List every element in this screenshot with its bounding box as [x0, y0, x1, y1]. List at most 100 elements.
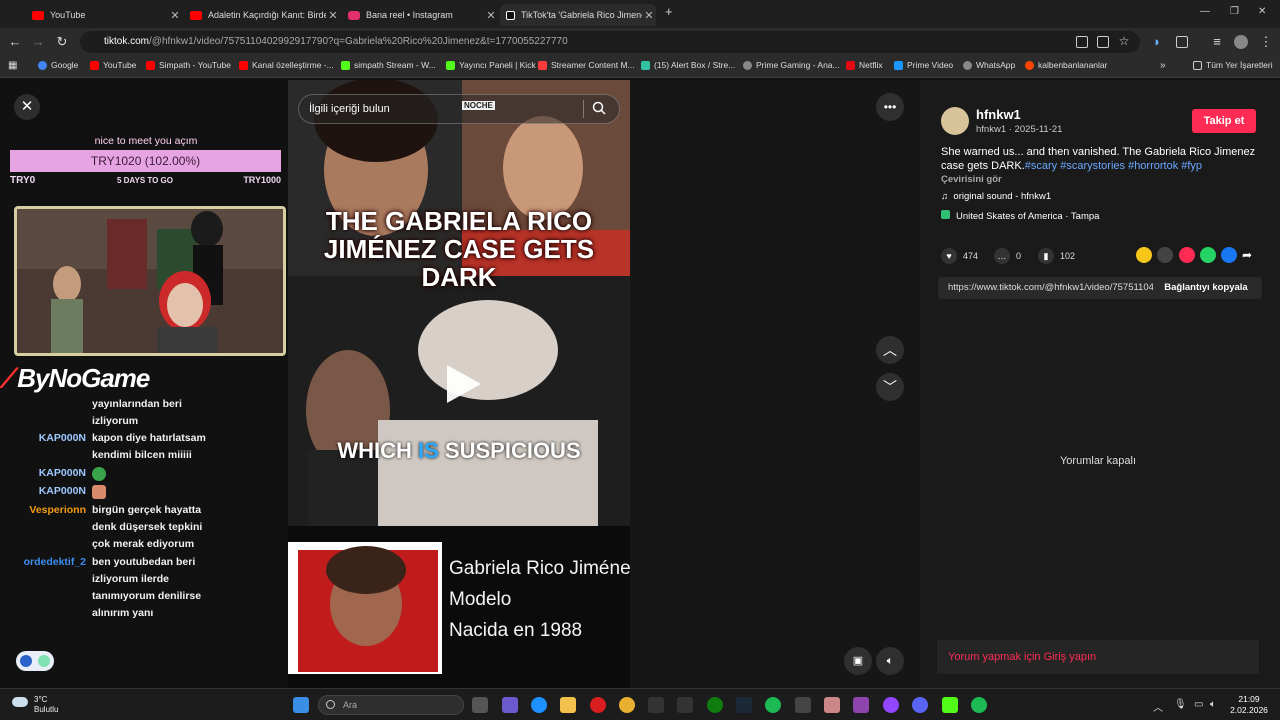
bookmark-prime-gaming[interactable]: Prime Gaming - Ana... [743, 60, 840, 70]
chat-username[interactable]: ordedektif_2 [6, 554, 86, 571]
address-bar[interactable]: tiktok.com/@hfnkw1/video/757511040299291… [80, 31, 1140, 53]
more-options-icon[interactable]: ••• [876, 93, 904, 121]
amazon-icon[interactable] [677, 697, 693, 713]
microphone-icon[interactable]: 🎙︎ [1174, 699, 1187, 710]
like-button[interactable]: ♥ 474 [941, 248, 978, 264]
chevron-up-icon[interactable]: ︿ [1153, 699, 1163, 714]
reload-icon[interactable]: ↻ [54, 34, 70, 50]
embed-icon[interactable] [1157, 247, 1173, 263]
copilot-icon[interactable] [502, 697, 518, 713]
chat-username[interactable]: KAP000N [6, 483, 86, 500]
bookmark-reddit[interactable]: kalbenbanlananlar [1025, 60, 1107, 70]
bookmark-alert-box[interactable]: (15) Alert Box / Stre... [641, 60, 735, 70]
sound-link[interactable]: ♫ original sound - hfnkw1 [941, 191, 1051, 202]
bookmark-kick-panel[interactable]: Yayıncı Paneli | Kick [446, 60, 536, 70]
copy-link-button[interactable]: Bağlantıyı kopyala [1156, 277, 1256, 299]
tab-tiktok[interactable]: TikTok'ta 'Gabriela Rico Jimenez ✕ [500, 4, 656, 26]
star-icon[interactable]: ☆ [1116, 34, 1132, 48]
chrome-icon[interactable] [619, 697, 635, 713]
location-link[interactable]: United Skates of America · Tampa [941, 210, 1099, 222]
comment-button[interactable]: … 0 [994, 248, 1021, 264]
follow-button[interactable]: Takip et [1192, 109, 1256, 133]
twitch-icon[interactable] [883, 697, 899, 713]
minimize-button[interactable]: — [1200, 6, 1210, 17]
weather-widget[interactable]: 3°C Bulutlu [12, 695, 58, 715]
whatsapp-icon[interactable] [1200, 247, 1216, 263]
translate-link[interactable]: Çevirisini gör [941, 174, 1002, 185]
chat-widget-icon[interactable] [16, 651, 54, 671]
bookmark-prime-video[interactable]: Prime Video [894, 60, 953, 70]
new-tab-button[interactable]: + [665, 4, 673, 19]
author-username[interactable]: hfnkw1 [976, 107, 1021, 122]
chevron-down-icon[interactable]: ﹀ [876, 373, 904, 401]
bookmark-google[interactable]: Google [38, 60, 78, 70]
avatar[interactable] [941, 107, 969, 135]
close-icon[interactable]: ✕ [168, 9, 182, 22]
kick-icon[interactable] [942, 697, 958, 713]
app-icon[interactable] [824, 697, 840, 713]
chevron-right-icon[interactable]: » [1160, 60, 1166, 71]
bookmark-simpath-stream[interactable]: simpath Stream - W... [341, 60, 436, 70]
translate-icon[interactable] [1076, 36, 1088, 48]
file-explorer-icon[interactable] [560, 697, 576, 713]
opera-icon[interactable] [590, 697, 606, 713]
close-window-button[interactable]: ✕ [1258, 6, 1266, 17]
close-icon[interactable]: ✕ [484, 9, 498, 22]
share-icon[interactable]: ➦ [1242, 247, 1258, 263]
coin-icon[interactable] [1136, 247, 1152, 263]
forward-icon[interactable]: → [30, 34, 46, 49]
edge-icon[interactable] [531, 697, 547, 713]
taskbar-search[interactable]: Ara [318, 695, 464, 715]
app-icon[interactable] [853, 697, 869, 713]
close-video-button[interactable]: ✕ [14, 94, 40, 120]
extension-icon[interactable]: ◗ [1149, 34, 1165, 49]
steam-icon[interactable] [736, 697, 752, 713]
network-icon[interactable]: ▭ [1194, 699, 1203, 710]
bookmark-simpath-youtube[interactable]: Simpath - YouTube [146, 60, 231, 70]
back-icon[interactable]: ← [7, 34, 23, 49]
chat-username[interactable]: Vesperionn [6, 502, 86, 519]
capcut-icon[interactable] [795, 697, 811, 713]
system-clock[interactable]: 21:09 2.02.2026 [1226, 694, 1272, 716]
profile-avatar[interactable] [1234, 35, 1248, 49]
search-icon[interactable] [592, 101, 606, 115]
extensions-icon[interactable] [1176, 36, 1188, 48]
hashtags[interactable]: #scary #scarystories #horrortok #fyp [1025, 160, 1202, 172]
floating-player-icon[interactable]: ▣ [844, 647, 872, 675]
chevron-up-icon[interactable]: ︿ [876, 336, 904, 364]
xbox-icon[interactable] [707, 697, 723, 713]
task-view-icon[interactable] [472, 697, 488, 713]
send-icon[interactable] [1179, 247, 1195, 263]
facebook-icon[interactable] [1221, 247, 1237, 263]
related-search-input[interactable]: İlgili içeriği bulun [298, 94, 620, 124]
bookmark-streamer-content[interactable]: Streamer Content M... [538, 60, 635, 70]
spotify-icon[interactable] [765, 697, 781, 713]
chat-username[interactable]: KAP000N [6, 465, 86, 482]
bookmark-kanal[interactable]: Kanal özelleştirme -... [239, 60, 334, 70]
maximize-button[interactable]: ❐ [1230, 6, 1239, 17]
tab-youtube-video[interactable]: Adaletin Kaçırdığı Kanıt: Birden ✕ [184, 4, 340, 26]
all-bookmarks[interactable]: Tüm Yer İşaretleri [1193, 60, 1273, 70]
bookmark-youtube[interactable]: YouTube [90, 60, 136, 70]
save-button[interactable]: ▮ 102 [1038, 248, 1075, 264]
close-icon[interactable]: ✕ [326, 9, 340, 22]
epic-games-icon[interactable] [648, 697, 664, 713]
volume-icon[interactable]: 🔈︎ [1210, 699, 1216, 710]
chat-username[interactable]: KAP000N [6, 430, 86, 447]
menu-icon[interactable]: ⋮ [1258, 34, 1274, 50]
play-icon[interactable] [441, 363, 483, 405]
tab-youtube[interactable]: YouTube ✕ [26, 4, 182, 26]
login-to-comment[interactable]: Yorum yapmak için Giriş yapın [937, 640, 1259, 674]
volume-icon[interactable]: 🔈︎ [876, 647, 904, 675]
media-icon[interactable]: ≡ [1209, 34, 1225, 49]
spotify-icon[interactable] [971, 697, 987, 713]
install-icon[interactable] [1097, 36, 1109, 48]
bookmark-whatsapp[interactable]: WhatsApp [963, 60, 1015, 70]
close-icon[interactable]: ✕ [642, 9, 656, 22]
apps-icon[interactable]: ▦ [8, 60, 17, 71]
discord-icon[interactable] [912, 697, 928, 713]
windows-start-icon[interactable] [293, 697, 309, 713]
tab-instagram[interactable]: Bana reel • Instagram ✕ [342, 4, 498, 26]
video-link-field[interactable]: https://www.tiktok.com/@hfnkw1/video/757… [948, 277, 1153, 299]
bookmark-netflix[interactable]: Netflix [846, 60, 883, 70]
